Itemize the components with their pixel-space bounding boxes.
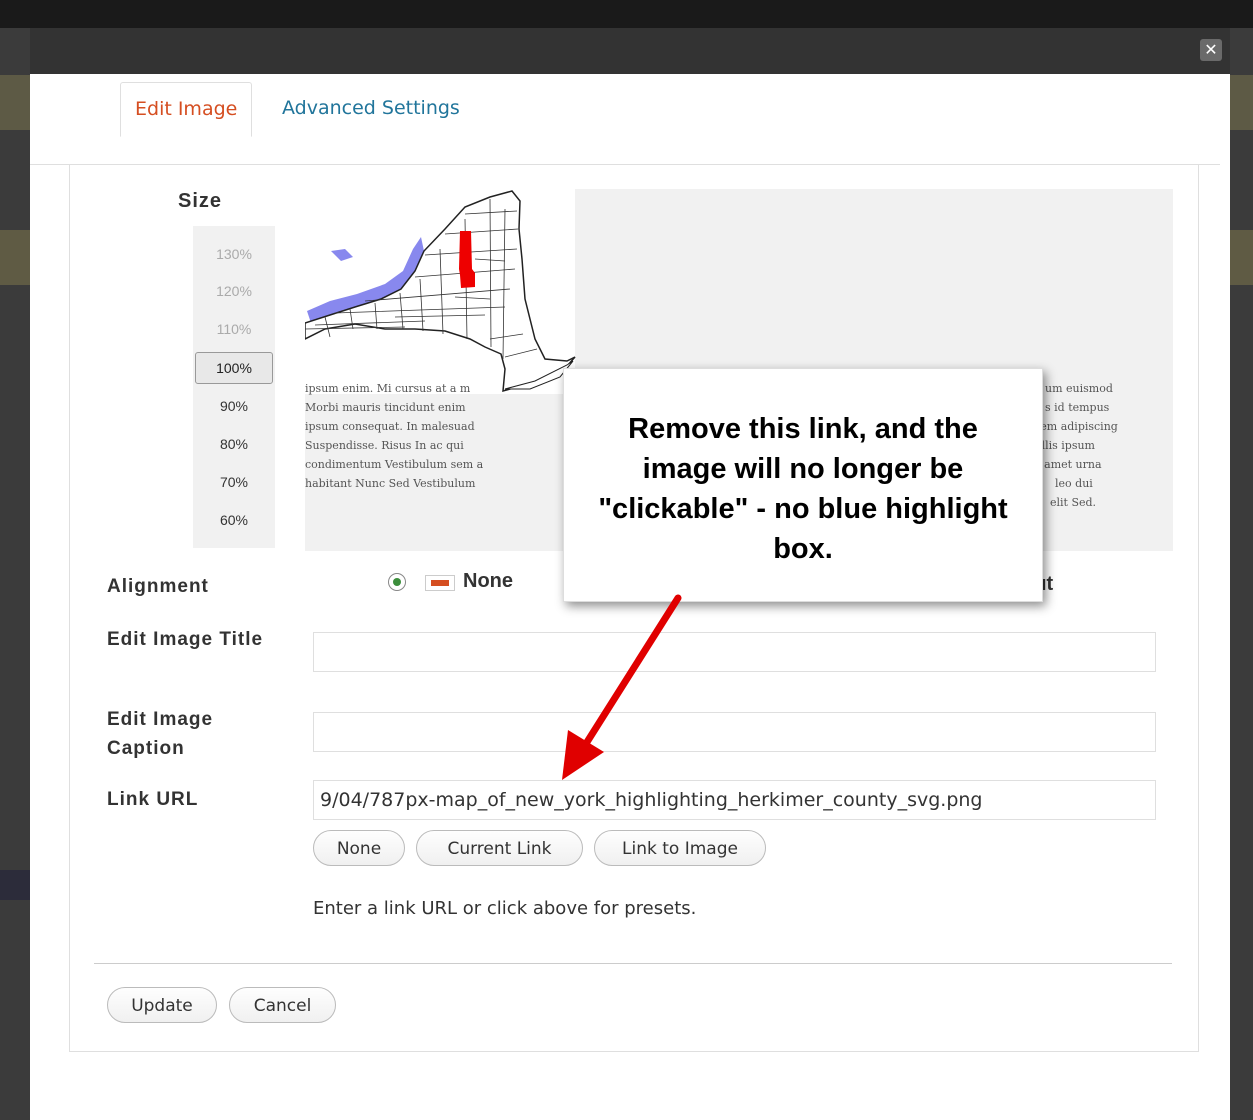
preview-lorem-right: um euismod s id tempus rem adipiscing al…	[1035, 382, 1118, 509]
link-url-label: Link URL	[107, 789, 199, 810]
current-link-button[interactable]: Current Link	[416, 830, 583, 866]
title-label: Edit Image Title	[107, 629, 264, 650]
tab-advanced-settings[interactable]: Advanced Settings	[268, 82, 474, 135]
annotation-callout: Remove this link, and the image will no …	[563, 368, 1043, 602]
size-options: 130% 120% 110% 100% 90% 80% 70% 60%	[193, 226, 275, 548]
alignment-none-radio[interactable]	[388, 573, 406, 591]
callout-text: Remove this link, and the image will no …	[598, 413, 1008, 565]
alignment-none-label: None	[463, 570, 513, 592]
size-option-80[interactable]: 80%	[193, 436, 275, 452]
size-option-60[interactable]: 60%	[193, 512, 275, 528]
annotation-arrow	[562, 594, 682, 780]
close-icon[interactable]: ✕	[1200, 39, 1222, 61]
modal-title-bar: ✕	[30, 28, 1230, 74]
title-input[interactable]	[313, 632, 1156, 672]
align-none-icon	[425, 575, 455, 591]
size-heading: Size	[178, 190, 223, 212]
background-selected-row	[0, 870, 30, 900]
size-option-70[interactable]: 70%	[193, 474, 275, 490]
size-option-120[interactable]: 120%	[193, 283, 275, 299]
size-option-100[interactable]: 100%	[195, 352, 273, 384]
form-divider	[94, 963, 1172, 964]
link-url-input[interactable]: 9/04/787px-map_of_new_york_highlighting_…	[313, 780, 1156, 820]
size-option-90[interactable]: 90%	[193, 398, 275, 414]
update-button[interactable]: Update	[107, 987, 217, 1023]
cancel-button[interactable]: Cancel	[229, 987, 336, 1023]
size-option-110[interactable]: 110%	[193, 321, 275, 337]
link-help-text: Enter a link URL or click above for pres…	[313, 898, 697, 919]
background-top-bar	[0, 0, 1253, 28]
size-option-130[interactable]: 130%	[193, 246, 275, 262]
caption-label: Edit Image Caption	[107, 709, 214, 759]
link-none-button[interactable]: None	[313, 830, 405, 866]
link-to-image-button[interactable]: Link to Image	[594, 830, 766, 866]
alignment-label: Alignment	[107, 576, 209, 597]
caption-input[interactable]	[313, 712, 1156, 752]
tab-edit-image[interactable]: Edit Image	[120, 82, 253, 137]
